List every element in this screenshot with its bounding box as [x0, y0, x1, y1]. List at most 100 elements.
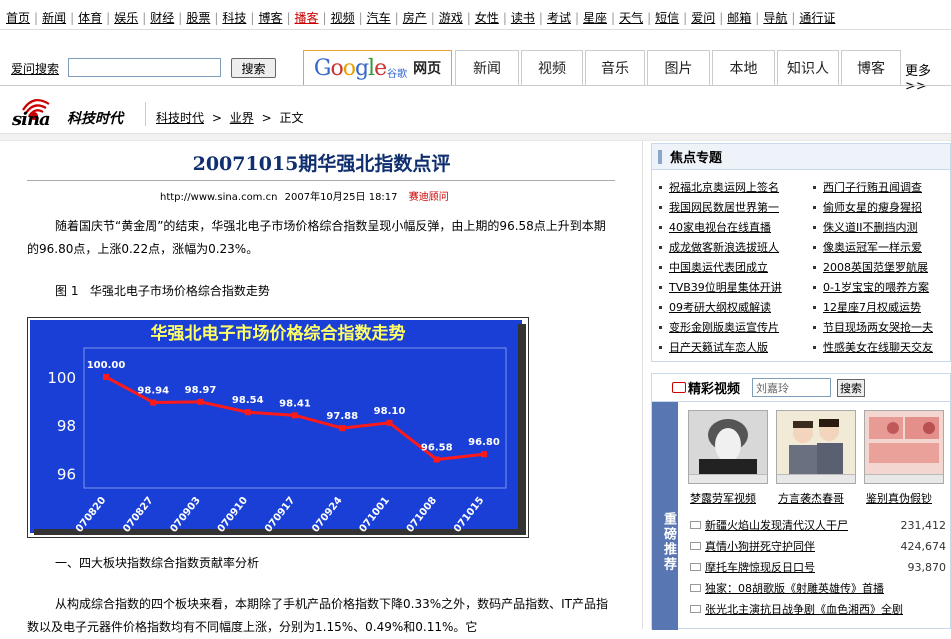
focus-item[interactable]: 西门子行贿丑闻调查: [813, 178, 933, 198]
video-search-button[interactable]: 搜索: [837, 378, 866, 397]
video-list-item[interactable]: 张光北主演抗日战争剧《血色湘西》全剧: [690, 599, 946, 619]
focus-item[interactable]: 成龙做客新浪选拔班人: [659, 238, 782, 258]
tab-local[interactable]: 本地: [712, 50, 775, 85]
focus-item-link[interactable]: TVB39位明星集体开讲: [669, 281, 782, 294]
top-nav-label[interactable]: 首页: [6, 11, 30, 25]
top-nav-item[interactable]: 汽车 |: [367, 9, 403, 26]
focus-item-link[interactable]: 0-1岁宝宝的喂养方案: [823, 281, 929, 294]
top-nav-item[interactable]: 游戏 |: [439, 9, 475, 26]
video-thumb-banknote[interactable]: [864, 410, 944, 484]
top-nav-item[interactable]: 新闻 |: [42, 9, 78, 26]
focus-item[interactable]: 日产天籁试车恋人版: [659, 338, 782, 358]
video-link[interactable]: 真情小狗拼死守护同伴: [705, 538, 901, 554]
top-nav-item[interactable]: 导航 |: [763, 9, 799, 26]
focus-item-link[interactable]: 祝福北京奥运网上签名: [669, 181, 779, 194]
video-thumb-caption[interactable]: 方言袭杰春哥: [778, 490, 844, 506]
top-nav-label[interactable]: 房产: [403, 11, 427, 25]
focus-item-link[interactable]: 40家电视台在线直播: [669, 221, 771, 234]
focus-item-link[interactable]: 西门子行贿丑闻调查: [823, 181, 922, 194]
tab-blog[interactable]: 博客: [841, 50, 901, 85]
top-nav-item[interactable]: 天气 |: [619, 9, 655, 26]
top-nav-label[interactable]: 股票: [186, 11, 210, 25]
video-controls[interactable]: [865, 474, 943, 483]
focus-item[interactable]: 性感美女在线聊天交友: [813, 338, 933, 358]
top-nav-item[interactable]: 通行证: [799, 9, 835, 26]
video-list-item[interactable]: 摩托车牌惊现反日口号 93,870: [690, 557, 946, 577]
sina-logo-text[interactable]: sina: [12, 109, 51, 130]
focus-item-link[interactable]: 变形金刚版奥运宣传片: [669, 321, 779, 334]
top-nav-label[interactable]: 汽车: [367, 11, 391, 25]
focus-item[interactable]: 变形金刚版奥运宣传片: [659, 318, 782, 338]
video-link[interactable]: 新疆火焰山发现清代汉人干尸: [705, 517, 901, 533]
top-nav-item[interactable]: 邮箱 |: [727, 9, 763, 26]
top-nav-item[interactable]: 体育 |: [78, 9, 114, 26]
focus-item-link[interactable]: 2008英国范堡罗航展: [823, 261, 928, 274]
top-nav-item[interactable]: 读书 |: [511, 9, 547, 26]
video-list-item[interactable]: 新疆火焰山发现清代汉人干尸 231,412: [690, 515, 946, 535]
top-nav-item[interactable]: 财经 |: [150, 9, 186, 26]
focus-item-link[interactable]: 12星座7月权威运势: [823, 301, 921, 314]
focus-item-link[interactable]: 偷师女星的瘦身猩招: [823, 201, 922, 214]
video-link[interactable]: 摩托车牌惊现反日口号: [705, 559, 908, 575]
focus-item-link[interactable]: 成龙做客新浪选拔班人: [669, 241, 779, 254]
more-link[interactable]: 更多>>: [905, 60, 951, 94]
top-nav-label[interactable]: 女性: [475, 11, 499, 25]
top-nav-item[interactable]: 房产 |: [403, 9, 439, 26]
video-search-input[interactable]: [752, 378, 832, 397]
video-thumb-caption[interactable]: 鉴别真伪假钞: [866, 490, 932, 506]
article-source-link[interactable]: 赛迪顾问: [401, 192, 449, 203]
focus-item[interactable]: 中国奥运代表团成立: [659, 258, 782, 278]
focus-item[interactable]: 09考研大纲权威解读: [659, 298, 782, 318]
focus-item[interactable]: 节目现场两女哭抢一夫: [813, 318, 933, 338]
top-nav-item[interactable]: 考试 |: [547, 9, 583, 26]
top-nav-item[interactable]: 博客 |: [258, 9, 294, 26]
focus-item-link[interactable]: 性感美女在线聊天交友: [823, 341, 933, 354]
video-controls[interactable]: [777, 474, 855, 483]
search-input[interactable]: [68, 58, 221, 77]
top-nav-item[interactable]: 首页 |: [6, 9, 42, 26]
top-nav-item[interactable]: 科技 |: [222, 9, 258, 26]
tab-news[interactable]: 新闻: [455, 50, 519, 85]
top-nav-label[interactable]: 邮箱: [727, 11, 751, 25]
tab-images[interactable]: 图片: [647, 50, 710, 85]
top-nav-item[interactable]: 星座 |: [583, 9, 619, 26]
top-nav-item[interactable]: 爱问 |: [691, 9, 727, 26]
focus-item-link[interactable]: 节目现场两女哭抢一夫: [823, 321, 933, 334]
video-thumb-caption[interactable]: 梦露劳军视频: [690, 490, 756, 506]
top-nav-label[interactable]: 读书: [511, 11, 535, 25]
breadcrumb-industry[interactable]: 业界: [230, 111, 254, 125]
tab-video[interactable]: 视频: [521, 50, 583, 85]
focus-item[interactable]: 12星座7月权威运势: [813, 298, 933, 318]
focus-item[interactable]: 祝福北京奥运网上签名: [659, 178, 782, 198]
top-nav-label[interactable]: 视频: [331, 11, 355, 25]
search-button[interactable]: 搜索: [231, 58, 276, 78]
top-nav-label[interactable]: 短信: [655, 11, 679, 25]
focus-item-link[interactable]: 中国奥运代表团成立: [669, 261, 768, 274]
top-nav-label[interactable]: 科技: [222, 11, 246, 25]
top-nav-item[interactable]: 股票 |: [186, 9, 222, 26]
tab-music[interactable]: 音乐: [585, 50, 645, 85]
top-nav-label[interactable]: 星座: [583, 11, 607, 25]
focus-item[interactable]: 像奥运冠军一样示爱: [813, 238, 933, 258]
channel-title[interactable]: 科技时代: [67, 108, 123, 128]
focus-item[interactable]: 侏义道II不删挡内测: [813, 218, 933, 238]
top-nav-item[interactable]: 播客 |: [295, 9, 331, 26]
focus-item-link[interactable]: 我国网民数居世界第一: [669, 201, 779, 214]
video-link[interactable]: 张光北主演抗日战争剧《血色湘西》全剧: [705, 601, 946, 617]
focus-item-link[interactable]: 日产天籁试车恋人版: [669, 341, 768, 354]
video-thumb-monroe[interactable]: [688, 410, 768, 484]
focus-item[interactable]: 偷师女星的瘦身猩招: [813, 198, 933, 218]
top-nav-item[interactable]: 短信 |: [655, 9, 691, 26]
top-nav-label[interactable]: 爱问: [691, 11, 715, 25]
tab-google-web[interactable]: Google 谷歌 网页: [303, 50, 452, 85]
focus-item[interactable]: 我国网民数居世界第一: [659, 198, 782, 218]
breadcrumb-tech[interactable]: 科技时代: [156, 111, 204, 125]
top-nav-label[interactable]: 游戏: [439, 11, 463, 25]
top-nav-label[interactable]: 导航: [763, 11, 787, 25]
top-nav-label[interactable]: 博客: [258, 11, 282, 25]
focus-item-link[interactable]: 侏义道II不删挡内测: [823, 221, 918, 234]
top-nav-label[interactable]: 播客: [295, 11, 319, 25]
video-controls[interactable]: [689, 474, 767, 483]
ask-search-link[interactable]: 爱问搜索: [11, 60, 59, 77]
top-nav-item[interactable]: 视频 |: [331, 9, 367, 26]
